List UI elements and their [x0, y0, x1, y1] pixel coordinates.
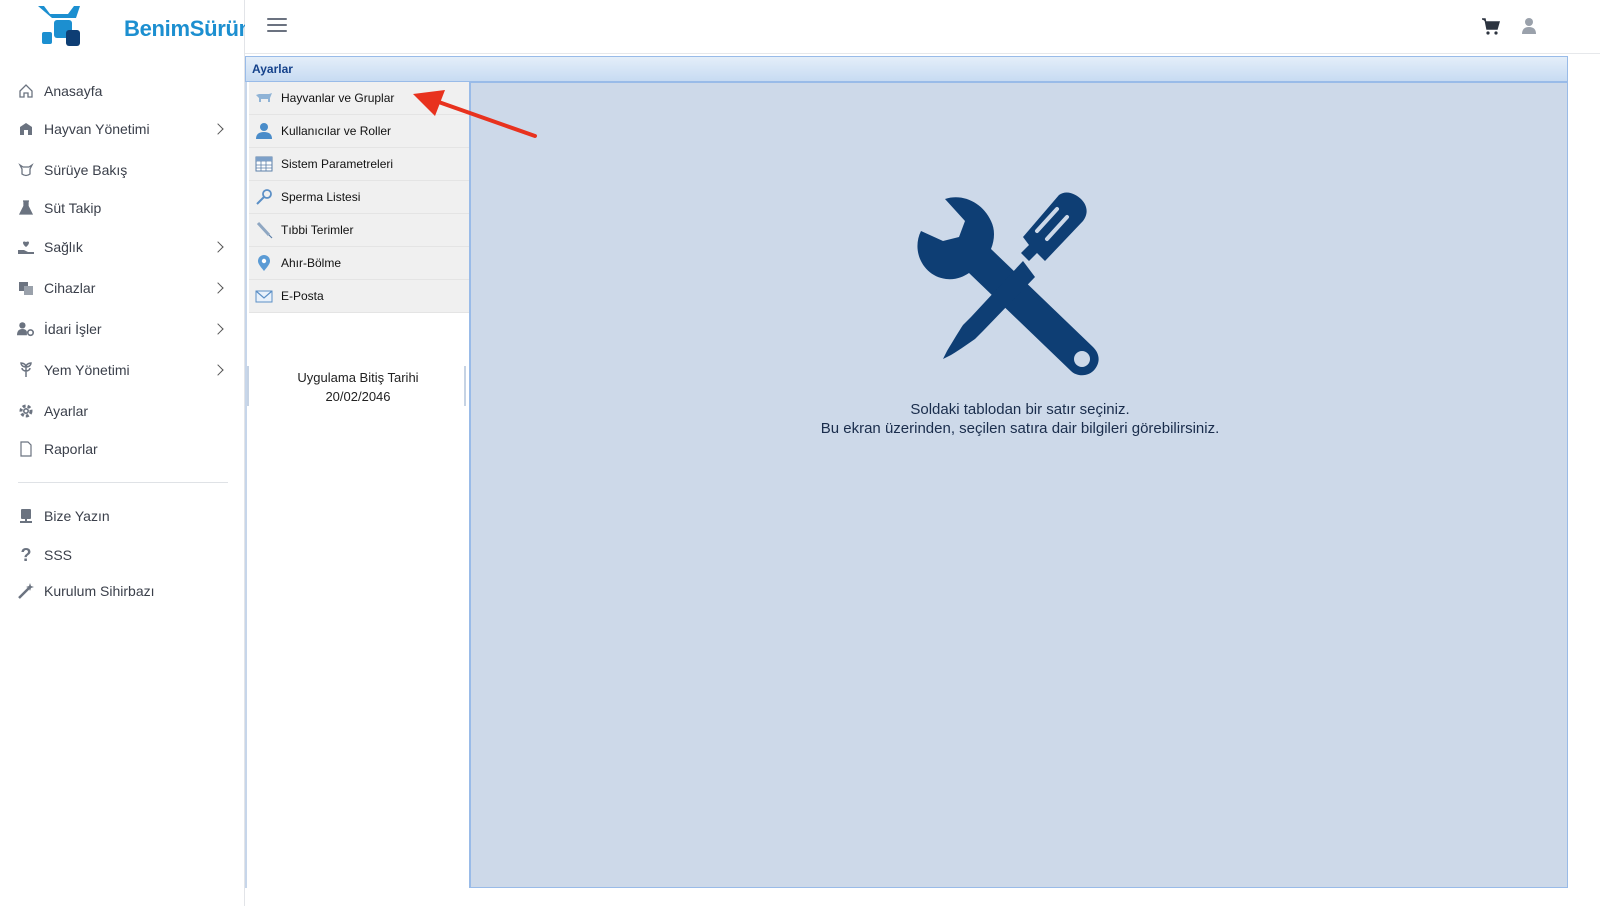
sidebar-item-ayarlar[interactable]: Ayarlar [0, 393, 245, 429]
cow-icon [17, 161, 35, 179]
annotation-arrow-icon [413, 90, 537, 138]
sidebar-item-raporlar[interactable]: Raporlar [0, 431, 245, 467]
expiry-date: 20/02/2046 [325, 389, 391, 404]
panel-header: Ayarlar [245, 56, 1568, 82]
settings-item-label: Kullanıcılar ve Roller [281, 124, 392, 138]
sidebar-item-label: SSS [44, 547, 73, 563]
sidebar-item-sut-takip[interactable]: Süt Takip [0, 190, 245, 226]
panel-title: Ayarlar [252, 62, 293, 76]
settings-item-sistem-parametreleri[interactable]: Sistem Parametreleri [249, 148, 469, 181]
user-blue-icon [255, 122, 273, 140]
sidebar-item-label: Sürüye Bakış [44, 162, 128, 178]
settings-item-label: Sistem Parametreleri [281, 157, 394, 171]
detail-area: Soldaki tablodan bir satır seçiniz. Bu e… [470, 82, 1568, 888]
expiry-info: Uygulama Bitiş Tarihi 20/02/2046 [247, 368, 469, 406]
sidebar-item-label: Anasayfa [44, 83, 103, 99]
cow-small-icon [255, 89, 273, 107]
chevron-right-icon [212, 282, 224, 294]
sidebar-item-label: Sağlık [44, 239, 83, 255]
brand-name: BenimSürüm [124, 16, 258, 41]
devices-icon [17, 279, 35, 297]
sidebar-item-suruye-bakis[interactable]: Sürüye Bakış [0, 152, 245, 188]
magic-wand-icon [17, 582, 35, 600]
sidebar-item-label: İdari İşler [44, 321, 102, 337]
document-icon [17, 440, 35, 458]
feed-icon [17, 361, 35, 379]
sidebar-item-label: Süt Takip [44, 200, 102, 216]
chevron-right-icon [212, 241, 224, 253]
cart-icon[interactable] [1481, 16, 1501, 36]
sidebar-item-sss[interactable]: ? SSS [0, 537, 245, 573]
user-gear-icon [17, 320, 35, 338]
sidebar-item-label: Hayvan Yönetimi [44, 121, 150, 137]
settings-item-tibbi-terimler[interactable]: Tıbbi Terimler [249, 214, 469, 247]
question-icon: ? [20, 544, 32, 565]
sidebar-item-label: Kurulum Sihirbazı [44, 583, 155, 599]
sidebar-item-label: Raporlar [44, 441, 98, 457]
chevron-right-icon [212, 364, 224, 376]
home-icon [17, 82, 35, 100]
sidebar-item-label: Bize Yazın [44, 508, 110, 524]
settings-item-label: Hayvanlar ve Gruplar [281, 91, 395, 105]
sidebar-item-label: Ayarlar [44, 403, 89, 419]
chevron-right-icon [212, 123, 224, 135]
sidebar: BenimSürüm Anasayfa Hayvan Yönetimi Sürü… [0, 0, 258, 906]
settings-item-label: Sperma Listesi [281, 190, 361, 204]
contact-icon [17, 507, 35, 525]
pipette-icon [255, 188, 273, 206]
settings-item-label: Ahır-Bölme [281, 256, 342, 270]
settings-item-ahir-bolme[interactable]: Ahır-Bölme [249, 247, 469, 280]
empty-state-line-2: Bu ekran üzerinden, seçilen satıra dair … [820, 420, 1220, 437]
syringe-icon [255, 221, 273, 239]
settings-item-sperma-listesi[interactable]: Sperma Listesi [249, 181, 469, 214]
sidebar-item-label: Cihazlar [44, 280, 96, 296]
hand-heart-icon [17, 238, 35, 256]
mail-icon [255, 287, 273, 305]
empty-state-message: Soldaki tablodan bir satır seçiniz. Bu e… [471, 400, 1569, 438]
sidebar-divider [18, 482, 228, 483]
hamburger-menu-icon[interactable] [267, 18, 287, 34]
chevron-right-icon [212, 323, 224, 335]
settings-item-label: Tıbbi Terimler [281, 223, 354, 237]
sidebar-item-anasayfa[interactable]: Anasayfa [0, 73, 245, 109]
brand-logo[interactable]: BenimSürüm [36, 2, 258, 50]
settings-menu: Hayvanlar ve Gruplar Kullanıcılar ve Rol… [245, 82, 470, 888]
user-icon[interactable] [1519, 16, 1539, 36]
sidebar-item-bize-yazin[interactable]: Bize Yazın [0, 498, 245, 534]
flask-icon [17, 199, 35, 217]
sidebar-item-saglik[interactable]: Sağlık [0, 229, 245, 265]
sidebar-item-yem-yonetimi[interactable]: Yem Yönetimi [0, 352, 245, 388]
map-pin-icon [255, 254, 273, 272]
empty-state-line-1: Soldaki tablodan bir satır seçiniz. [910, 401, 1130, 418]
logo-mark-icon [38, 6, 80, 46]
sidebar-item-label: Yem Yönetimi [44, 362, 130, 378]
sidebar-item-cihazlar[interactable]: Cihazlar [0, 270, 245, 306]
settings-item-label: E-Posta [281, 289, 324, 303]
sidebar-item-idari-isler[interactable]: İdari İşler [0, 311, 245, 347]
table-icon [255, 155, 273, 173]
barn-icon [17, 120, 35, 138]
wrench-screwdriver-icon [917, 192, 1099, 376]
expiry-label: Uygulama Bitiş Tarihi [297, 370, 419, 385]
sidebar-item-kurulum-sihirbazi[interactable]: Kurulum Sihirbazı [0, 573, 245, 609]
gear-icon [17, 402, 35, 420]
settings-item-e-posta[interactable]: E-Posta [249, 280, 469, 313]
sidebar-item-hayvan-yonetimi[interactable]: Hayvan Yönetimi [0, 111, 245, 147]
top-bar [245, 0, 1600, 54]
